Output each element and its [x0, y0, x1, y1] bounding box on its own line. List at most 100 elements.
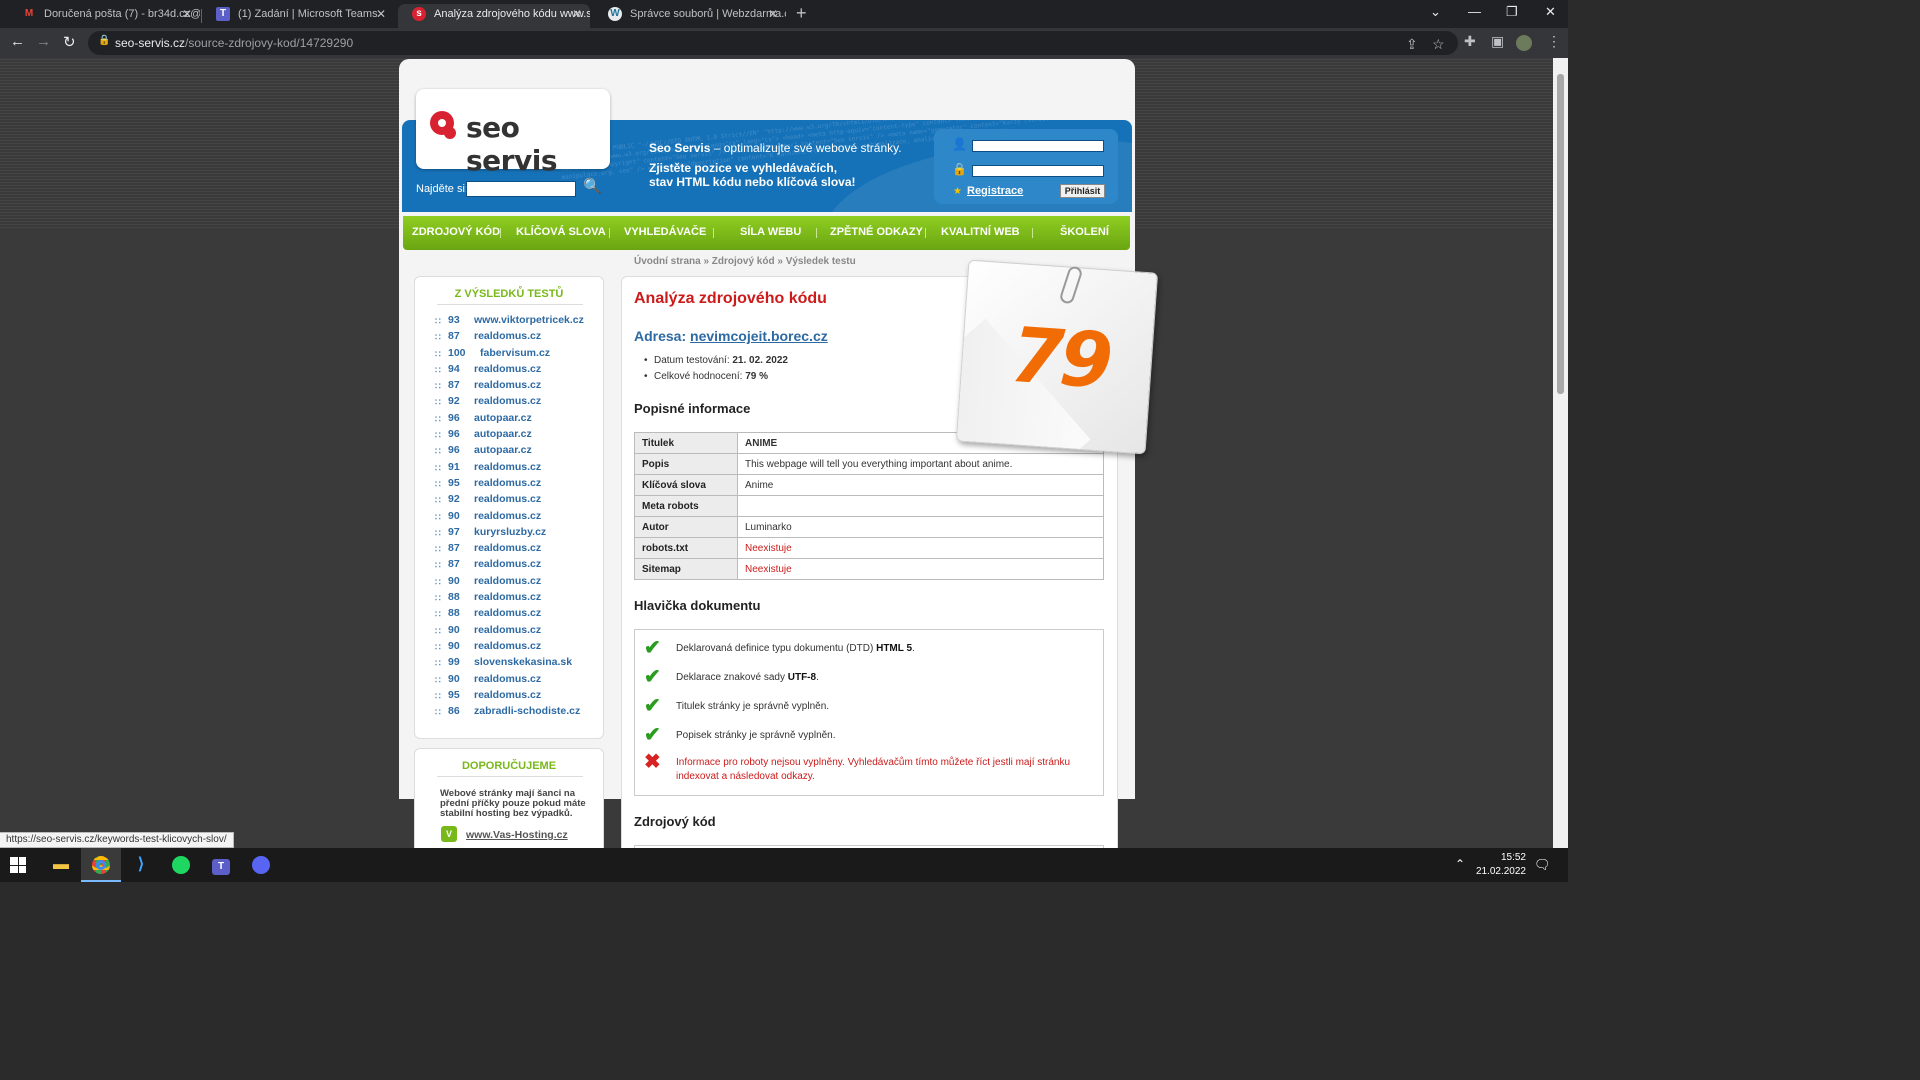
discord-icon[interactable] — [241, 848, 281, 882]
close-tab-icon[interactable]: ✕ — [768, 4, 778, 24]
address-bar[interactable]: 🔒 seo-servis.cz/source-zdrojovy-kod/1472… — [88, 31, 1458, 55]
tab-wordpress[interactable]: W Správce souborů | Webzdarma.cz ✕ — [594, 4, 786, 28]
teams-icon[interactable]: T — [201, 848, 241, 882]
menu-item-zpetne-odkazy[interactable]: Zpětné odkazy — [830, 226, 923, 238]
profile-avatar[interactable] — [1516, 35, 1532, 51]
scrollbar[interactable] — [1553, 58, 1568, 848]
result-item[interactable]: ∷ 86 zabradli-schodiste.cz — [435, 704, 605, 720]
result-domain[interactable]: realdomus.cz — [474, 542, 541, 554]
result-domain[interactable]: realdomus.cz — [474, 689, 541, 701]
result-domain[interactable]: autopaar.cz — [474, 428, 532, 440]
file-explorer-icon[interactable]: ▬ — [41, 848, 81, 882]
system-clock[interactable]: 15:52 21.02.2022 — [1470, 851, 1526, 879]
password-field[interactable] — [972, 165, 1104, 177]
result-domain[interactable]: realdomus.cz — [474, 363, 541, 375]
tab-teams[interactable]: T (1) Zadání | Microsoft Teams ✕ — [202, 4, 394, 28]
back-icon[interactable]: ← — [10, 33, 25, 50]
result-item[interactable]: ∷ 90 realdomus.cz — [435, 623, 605, 639]
menu-item-zdrojovy-kod[interactable]: Zdrojový kód — [412, 226, 500, 238]
result-domain[interactable]: realdomus.cz — [474, 379, 541, 391]
result-domain[interactable]: realdomus.cz — [474, 640, 541, 652]
spotify-icon[interactable] — [161, 848, 201, 882]
minimize-icon[interactable]: — — [1468, 4, 1481, 19]
close-tab-icon[interactable]: ✕ — [376, 4, 386, 24]
vscode-icon[interactable]: ⟩ — [121, 848, 161, 882]
site-logo[interactable]: seo servis — [416, 89, 610, 177]
result-domain[interactable]: realdomus.cz — [474, 395, 541, 407]
result-item[interactable]: ∷ 92 realdomus.cz — [435, 394, 605, 410]
result-item[interactable]: ∷ 94 realdomus.cz — [435, 362, 605, 378]
result-domain[interactable]: realdomus.cz — [474, 477, 541, 489]
tab-search-icon[interactable]: ⌄ — [1430, 4, 1441, 20]
result-domain[interactable]: realdomus.cz — [474, 510, 541, 522]
result-domain[interactable]: autopaar.cz — [474, 412, 532, 424]
menu-item-klicova-slova[interactable]: Klíčová slova — [516, 226, 606, 238]
username-field[interactable] — [972, 140, 1104, 152]
result-item[interactable]: ∷ 87 realdomus.cz — [435, 329, 605, 345]
result-item[interactable]: ∷ 87 realdomus.cz — [435, 541, 605, 557]
result-domain[interactable]: www.viktorpetricek.cz — [474, 314, 584, 326]
close-tab-icon[interactable]: ✕ — [182, 4, 192, 24]
result-domain[interactable]: realdomus.cz — [474, 493, 541, 505]
result-item[interactable]: ∷ 95 realdomus.cz — [435, 688, 605, 704]
tab-gmail[interactable]: M Doručená pošta (7) - br34d.cz@g ✕ — [8, 4, 200, 28]
result-item[interactable]: ∷ 90 realdomus.cz — [435, 639, 605, 655]
bookmark-star-icon[interactable]: ☆ — [1432, 36, 1445, 53]
windows-start-icon[interactable] — [0, 848, 40, 882]
reload-icon[interactable]: ↻ — [63, 33, 76, 51]
menu-item-skoleni[interactable]: Školení — [1060, 226, 1109, 238]
lock-icon[interactable]: 🔒 — [98, 35, 110, 46]
share-icon[interactable]: ⇪ — [1406, 36, 1418, 53]
menu-kebab-icon[interactable]: ⋮ — [1547, 33, 1561, 50]
scrollbar-thumb[interactable] — [1557, 74, 1564, 394]
recommend-link[interactable]: www.Vas-Hosting.cz — [466, 829, 568, 841]
result-domain[interactable]: realdomus.cz — [474, 673, 541, 685]
result-item[interactable]: ∷ 96 autopaar.cz — [435, 443, 605, 459]
forward-icon[interactable]: → — [36, 33, 51, 50]
result-item[interactable]: ∷ 100 fabervisum.cz — [435, 346, 605, 362]
chrome-icon[interactable] — [81, 848, 121, 882]
search-magnifier-icon[interactable]: 🔍 — [583, 177, 603, 197]
address-link[interactable]: nevimcojeit.borec.cz — [690, 328, 828, 344]
result-domain[interactable]: realdomus.cz — [474, 624, 541, 636]
result-item[interactable]: ∷ 90 realdomus.cz — [435, 509, 605, 525]
result-item[interactable]: ∷ 88 realdomus.cz — [435, 590, 605, 606]
result-item[interactable]: ∷ 96 autopaar.cz — [435, 427, 605, 443]
close-tab-icon[interactable]: ✕ — [572, 4, 582, 24]
restore-icon[interactable]: ❐ — [1506, 4, 1518, 20]
register-link[interactable]: Registrace — [967, 185, 1023, 197]
breadcrumb[interactable]: Úvodní strana » Zdrojový kód » Výsledek … — [634, 256, 856, 267]
result-item[interactable]: ∷ 95 realdomus.cz — [435, 476, 605, 492]
result-item[interactable]: ∷ 99 slovenskekasina.sk — [435, 655, 605, 671]
result-domain[interactable]: fabervisum.cz — [480, 347, 550, 359]
menu-item-vyhledavace[interactable]: Vyhledávače — [624, 226, 706, 238]
result-item[interactable]: ∷ 90 realdomus.cz — [435, 574, 605, 590]
result-domain[interactable]: realdomus.cz — [474, 461, 541, 473]
side-panel-icon[interactable]: ▣ — [1491, 33, 1504, 50]
result-item[interactable]: ∷ 87 realdomus.cz — [435, 557, 605, 573]
login-button[interactable]: Přihlásit — [1060, 184, 1105, 198]
tray-chevron-icon[interactable]: ⌃ — [1455, 857, 1465, 871]
menu-item-sila-webu[interactable]: Síla webu — [740, 226, 801, 238]
result-item[interactable]: ∷ 91 realdomus.cz — [435, 460, 605, 476]
result-domain[interactable]: realdomus.cz — [474, 607, 541, 619]
result-domain[interactable]: zabradli-schodiste.cz — [474, 705, 580, 717]
url-text[interactable]: seo-servis.cz/source-zdrojovy-kod/147292… — [115, 36, 353, 50]
result-item[interactable]: ∷ 97 kuryrsluzby.cz — [435, 525, 605, 541]
result-item[interactable]: ∷ 92 realdomus.cz — [435, 492, 605, 508]
result-item[interactable]: ∷ 88 realdomus.cz — [435, 606, 605, 622]
tab-seoservis[interactable]: s Analýza zdrojového kódu www.s ✕ — [398, 4, 590, 28]
result-domain[interactable]: slovenskekasina.sk — [474, 656, 572, 668]
result-domain[interactable]: kuryrsluzby.cz — [474, 526, 546, 538]
result-item[interactable]: ∷ 93 www.viktorpetricek.cz — [435, 313, 605, 329]
close-window-icon[interactable]: ✕ — [1545, 4, 1556, 20]
result-item[interactable]: ∷ 87 realdomus.cz — [435, 378, 605, 394]
result-domain[interactable]: autopaar.cz — [474, 444, 532, 456]
result-domain[interactable]: realdomus.cz — [474, 558, 541, 570]
result-domain[interactable]: realdomus.cz — [474, 575, 541, 587]
result-item[interactable]: ∷ 90 realdomus.cz — [435, 672, 605, 688]
result-domain[interactable]: realdomus.cz — [474, 591, 541, 603]
menu-item-kvalitni-web[interactable]: Kvalitní web — [941, 226, 1020, 238]
new-tab-icon[interactable]: + — [796, 3, 807, 24]
notification-icon[interactable]: 🗨 — [1534, 857, 1551, 873]
